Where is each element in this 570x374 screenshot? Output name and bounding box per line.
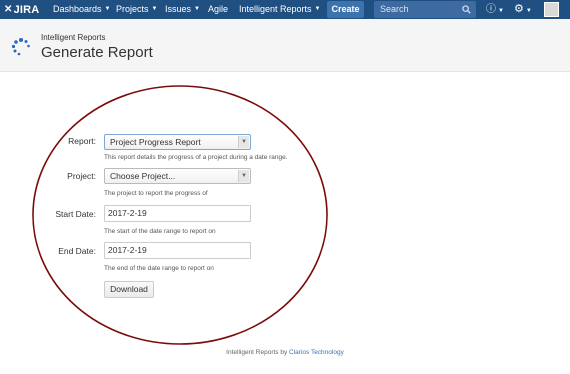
help-menu[interactable]: ⓘ ▼ (486, 0, 504, 19)
nav-projects[interactable]: Projects ▼ (116, 0, 157, 19)
nav-dashboards-label: Dashboards (53, 4, 102, 14)
create-button[interactable]: Create (327, 1, 364, 18)
page-header: Intelligent Reports Generate Report (0, 19, 570, 72)
help-icon: ⓘ (486, 4, 496, 15)
search-input[interactable]: Search (380, 1, 409, 18)
user-avatar[interactable] (544, 2, 559, 17)
jira-logo-text: JIRA (13, 3, 40, 16)
chevron-down-icon: ▼ (151, 6, 158, 13)
chevron-down-icon: ▼ (238, 170, 249, 182)
footer-prefix: Intelligent Reports by (226, 349, 288, 356)
page-title: Generate Report (41, 44, 153, 61)
report-label: Report: (68, 136, 96, 146)
project-select-value: Choose Project... (110, 171, 176, 181)
chevron-down-icon: ▼ (194, 6, 200, 13)
end-date-help-text: The end of the date range to report on (104, 265, 214, 272)
chevron-down-icon: ▼ (238, 136, 249, 148)
report-help-text: This report details the progress of a pr… (104, 154, 288, 161)
project-select[interactable]: Choose Project... ▼ (104, 168, 251, 184)
nav-projects-label: Projects (116, 4, 149, 14)
footer: Intelligent Reports by Clarios Technolog… (0, 349, 570, 356)
jira-logo-icon: ✕ (4, 4, 13, 15)
start-date-help-text: The start of the date range to report on (104, 228, 216, 235)
footer-vendor-link[interactable]: Clarios Technology (289, 349, 344, 356)
end-date-input[interactable]: 2017-2-19 (104, 242, 251, 259)
start-date-label: Start Date: (55, 209, 96, 219)
download-button[interactable]: Download (104, 281, 154, 298)
search-box[interactable]: Search (374, 1, 476, 18)
nav-agile-label: Agile (208, 4, 229, 14)
end-date-label: End Date: (58, 246, 96, 256)
project-help-text: The project to report the progress of (104, 190, 208, 197)
nav-agile[interactable]: Agile (208, 0, 228, 19)
search-icon[interactable] (462, 5, 471, 14)
start-date-input[interactable]: 2017-2-19 (104, 205, 251, 222)
intelligent-reports-logo-icon (11, 38, 30, 56)
nav-dashboards[interactable]: Dashboards ▼ (53, 0, 110, 19)
top-navigation-bar: ✕ JIRA Dashboards ▼ Projects ▼ Issues ▼ Agi… (0, 0, 570, 19)
nav-issues-label: Issues (165, 4, 192, 14)
report-select[interactable]: Project Progress Report ▼ (104, 134, 251, 150)
chevron-down-icon: ▼ (525, 8, 532, 14)
chevron-down-icon: ▼ (104, 6, 111, 13)
nav-intelligent-reports[interactable]: Intelligent Reports ▼ (239, 0, 321, 19)
gear-icon: ⚙ (514, 3, 524, 15)
report-select-value: Project Progress Report (110, 137, 201, 147)
chevron-down-icon: ▼ (498, 8, 504, 14)
nav-intelligent-reports-label: Intelligent Reports (239, 4, 312, 14)
project-label: Project: (67, 171, 96, 181)
jira-logo[interactable]: ✕ JIRA (4, 2, 39, 17)
breadcrumb[interactable]: Intelligent Reports (41, 33, 105, 42)
chevron-down-icon: ▼ (314, 6, 321, 13)
nav-issues[interactable]: Issues ▼ (165, 0, 200, 19)
settings-menu[interactable]: ⚙ ▼ (514, 0, 532, 19)
